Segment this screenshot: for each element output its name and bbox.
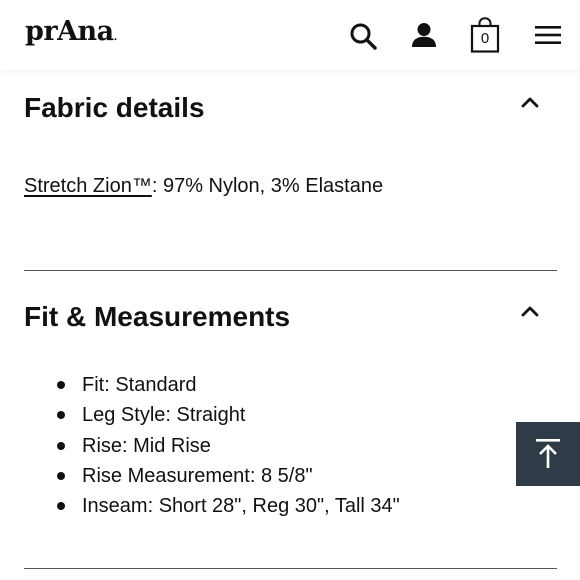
- fit-measurements-heading[interactable]: Fit & Measurements: [24, 300, 290, 334]
- list-item: Leg Style: Straight: [24, 400, 400, 430]
- logo-text: prAna: [25, 16, 114, 47]
- list-item: Rise: Mid Rise: [24, 431, 400, 461]
- site-header: prAna. 0: [0, 0, 580, 70]
- back-to-top-button[interactable]: [516, 422, 580, 486]
- product-details-page: prAna. 0 Fabric details Stretch Zion™: 9…: [0, 0, 580, 580]
- logo-dot: .: [113, 32, 117, 43]
- list-item: Rise Measurement: 8 5/8": [24, 461, 400, 491]
- arrow-up-to-top-icon: [536, 439, 560, 468]
- cart-count-badge: 0: [480, 30, 490, 47]
- list-item: Fit: Standard: [24, 370, 400, 400]
- search-icon[interactable]: [349, 22, 377, 50]
- fabric-composition: Stretch Zion™: 97% Nylon, 3% Elastane: [24, 174, 383, 198]
- section-divider: [24, 568, 557, 569]
- prana-logo[interactable]: prAna.: [25, 16, 117, 47]
- section-divider: [24, 270, 557, 271]
- stretch-zion-link[interactable]: Stretch Zion™: [24, 175, 152, 197]
- fit-measurements-list: Fit: Standard Leg Style: Straight Rise: …: [24, 370, 400, 521]
- list-item: Inseam: Short 28", Reg 30", Tall 34": [24, 491, 400, 521]
- chevron-up-icon[interactable]: [520, 304, 540, 318]
- fabric-details-heading[interactable]: Fabric details: [24, 91, 205, 125]
- chevron-up-icon[interactable]: [520, 95, 540, 109]
- fabric-composition-text: : 97% Nylon, 3% Elastane: [151, 175, 384, 197]
- account-icon[interactable]: [410, 21, 438, 49]
- hamburger-menu-icon[interactable]: [534, 24, 562, 46]
